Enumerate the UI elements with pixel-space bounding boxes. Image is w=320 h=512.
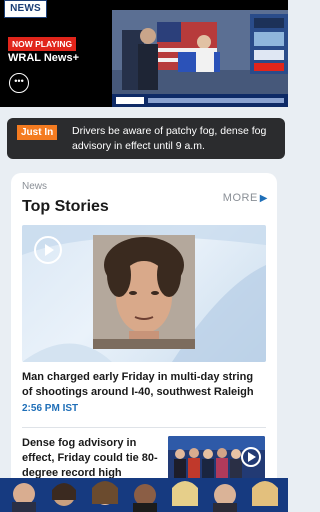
second-story-thumbnail[interactable] (168, 436, 265, 479)
more-link[interactable]: MORE ▶ (223, 192, 268, 204)
section-title: Top Stories (22, 198, 109, 215)
lead-story-image[interactable] (22, 225, 266, 362)
story-divider (22, 427, 266, 428)
just-in-alert[interactable]: Just In Drivers be aware of patchy fog, … (7, 118, 285, 159)
more-label: MORE (222, 192, 258, 204)
now-playing-badge: NOW PLAYING (8, 37, 77, 51)
wral-logo: NEWS (4, 0, 47, 18)
anchor-team-banner[interactable] (0, 478, 288, 512)
alert-text: Drivers be aware of patchy fog, dense fo… (72, 125, 267, 152)
video-frame (112, 10, 288, 107)
anchor-team-photo (0, 478, 288, 512)
app-screen: NEWS NOW PLAYING WRAL News+ ••• Just In … (0, 0, 288, 512)
live-player[interactable]: NEWS NOW PLAYING WRAL News+ ••• (0, 0, 288, 107)
just-in-label: Just In (17, 125, 58, 140)
section-kicker: News (22, 181, 48, 192)
chevron-right-icon: ▶ (259, 193, 268, 204)
ellipsis-icon[interactable]: ••• (9, 73, 29, 93)
video-thumbnail[interactable] (112, 10, 288, 107)
second-headline[interactable]: Dense fog advisory in effect, Friday cou… (22, 436, 160, 481)
top-stories-card: News Top Stories MORE ▶ Man charged earl… (11, 173, 277, 512)
channel-name: WRAL News+ (8, 52, 80, 64)
mugshot-photo (93, 235, 195, 349)
play-icon[interactable] (34, 236, 62, 264)
lead-headline[interactable]: Man charged early Friday in multi-day st… (22, 370, 266, 400)
lead-timestamp: 2:56 PM IST (22, 403, 79, 414)
